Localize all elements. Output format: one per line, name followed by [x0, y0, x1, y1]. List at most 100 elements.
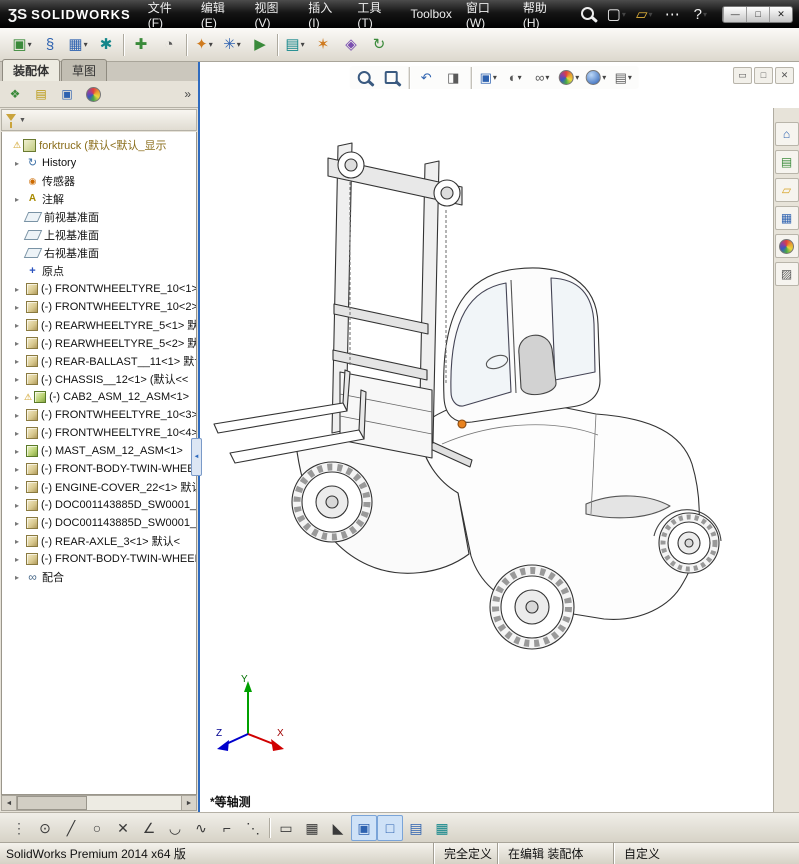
tree-item-origin[interactable]: + 原点 [2, 262, 196, 280]
zoom-area-button[interactable] [378, 66, 404, 89]
expand-arrow-icon[interactable]: ▸ [15, 537, 24, 546]
expand-arrow-icon[interactable]: ▸ [15, 483, 24, 492]
pattern-tool-button[interactable]: ⋱ [240, 815, 266, 841]
zoom-fit-button[interactable] [351, 66, 377, 89]
show-hidden-button[interactable]: ◔ [155, 31, 183, 59]
minimize-button[interactable]: — [723, 6, 746, 22]
display-style-button[interactable]: ◐ [502, 66, 528, 89]
arc-tool-button[interactable]: ◡ [162, 815, 188, 841]
angle-dimension-button[interactable]: ∠ [136, 815, 162, 841]
assembly-features-button[interactable]: ✦ [190, 31, 218, 59]
forklift-model-canvas[interactable] [200, 62, 799, 802]
displaymanager-tab-icon[interactable] [81, 83, 105, 105]
new-document-button[interactable]: ▢ [602, 0, 630, 28]
maximize-button[interactable]: □ [746, 6, 769, 22]
tree-item-annotations[interactable]: ▸ A 注解 [2, 190, 196, 208]
erase-tool-button[interactable]: ✕ [110, 815, 136, 841]
tree-item-rearwheeltyre-1[interactable]: ▸ (-) REARWHEELTYRE_5<1> 默 [2, 316, 196, 334]
doc-close-button[interactable]: ✕ [775, 67, 794, 84]
circle-tool-button[interactable]: ○ [84, 815, 110, 841]
expand-arrow-icon[interactable]: ▸ [15, 429, 24, 438]
sketch-pattern-button[interactable]: ▦ [299, 815, 325, 841]
tree-root-forktruck[interactable]: ⚠ forktruck (默认<默认_显示 [2, 136, 196, 154]
tree-item-frontwheeltyre-1[interactable]: ▸ (-) FRONTWHEELTYRE_10<1> [2, 280, 196, 298]
update-button[interactable]: ↻ [365, 31, 393, 59]
options-button[interactable]: ⋯ [658, 0, 686, 28]
file-explorer-button[interactable]: ▱ [774, 178, 799, 202]
expand-arrow-icon[interactable]: ▸ [15, 465, 24, 474]
home-button[interactable]: ⌂ [774, 122, 799, 146]
tree-item-chassis[interactable]: ▸ (-) CHASSIS__12<1> (默认<< [2, 370, 196, 388]
tree-item-rear-axle[interactable]: ▸ (-) REAR-AXLE_3<1> 默认< [2, 532, 196, 550]
point-tool-button[interactable]: ⊙ [32, 815, 58, 841]
panel-collapse-handle[interactable]: ◄ [191, 438, 202, 476]
tree-item-frontwheeltyre-4[interactable]: ▸ (-) FRONTWHEELTYRE_10<4> [2, 424, 196, 442]
insert-component-button[interactable]: ▣ [8, 31, 36, 59]
tree-item-history[interactable]: ▸ ↻ History [2, 154, 196, 172]
tab-assembly[interactable]: 装配体 [2, 59, 61, 81]
menu-toolbox[interactable]: Toolbox [403, 3, 458, 25]
shaded-view-toggle[interactable]: ▣ [351, 814, 377, 841]
tree-item-sensors[interactable]: ◉ 传感器 [2, 172, 196, 190]
tree-item-doc001-2[interactable]: ▸ (-) DOC001143885D_SW0001_ [2, 514, 196, 532]
view-palette-button[interactable]: ▦ [774, 206, 799, 230]
mate-button[interactable]: § [36, 31, 64, 59]
doc-restore-button[interactable]: □ [754, 67, 773, 84]
filter-dropdown-arrow[interactable]: ▼ [19, 117, 26, 124]
tree-item-front-body-2[interactable]: ▸ (-) FRONT-BODY-TWIN-WHEEL [2, 550, 196, 568]
featuremanager-tab-icon[interactable]: ❖ [3, 83, 27, 105]
tree-item-top-plane[interactable]: 上视基准面 [2, 226, 196, 244]
tree-item-front-plane[interactable]: 前视基准面 [2, 208, 196, 226]
mirror-tool-button[interactable]: ◣ [325, 815, 351, 841]
tree-item-engine-cover[interactable]: ▸ (-) ENGINE-COVER_22<1> 默认 [2, 478, 196, 496]
view-orientation-button[interactable]: ▣ [475, 66, 501, 89]
tree-horizontal-scrollbar[interactable]: ◄ ► [1, 795, 197, 811]
design-library-button[interactable]: ▤ [774, 150, 799, 174]
scroll-left-button[interactable]: ◄ [1, 795, 17, 811]
move-component-button[interactable]: ✚ [127, 31, 155, 59]
edit-appearance-button[interactable] [556, 66, 582, 89]
expand-arrow-icon[interactable]: ▸ [15, 519, 24, 528]
tree-item-frontwheeltyre-3[interactable]: ▸ (-) FRONTWHEELTYRE_10<3> [2, 406, 196, 424]
motion-study-button[interactable]: ▶ [246, 31, 274, 59]
expand-arrow-icon[interactable]: ▸ [15, 321, 24, 330]
exploded-view-button[interactable]: ✶ [309, 31, 337, 59]
propertymanager-tab-icon[interactable]: ▤ [29, 83, 53, 105]
line-tool-button[interactable]: ╱ [58, 815, 84, 841]
tree-item-mast-asm[interactable]: ▸ (-) MAST_ASM_12_ASM<1> [2, 442, 196, 460]
tree-item-doc001-1[interactable]: ▸ (-) DOC001143885D_SW0001_ [2, 496, 196, 514]
previous-view-button[interactable]: ↶ [413, 66, 439, 89]
panel-expand-chevron[interactable]: » [180, 87, 195, 101]
section-view-button[interactable]: ◨ [440, 66, 466, 89]
configurationmanager-tab-icon[interactable]: ▣ [55, 83, 79, 105]
smart-fasteners-button[interactable]: ✱ [92, 31, 120, 59]
instant3d-button[interactable]: ◈ [337, 31, 365, 59]
tree-item-frontwheeltyre-2[interactable]: ▸ (-) FRONTWHEELTYRE_10<2> [2, 298, 196, 316]
expand-arrow-icon[interactable]: ▸ [15, 393, 24, 402]
reference-geometry-button[interactable]: ✳ [218, 31, 246, 59]
apply-scene-button[interactable] [583, 66, 609, 89]
bom-button[interactable]: ▤ [281, 31, 309, 59]
scroll-right-button[interactable]: ► [181, 795, 197, 811]
linear-pattern-button[interactable]: ▦ [64, 31, 92, 59]
toolbar-overflow-handle[interactable]: ⋮ [6, 815, 32, 841]
expand-arrow-icon[interactable]: ▸ [15, 501, 24, 510]
expand-arrow-icon[interactable]: ▸ [15, 195, 24, 204]
scrollbar-thumb[interactable] [17, 796, 87, 810]
tab-sketch[interactable]: 草图 [61, 59, 108, 81]
grid-view-toggle[interactable]: ▤ [403, 815, 429, 841]
open-document-button[interactable]: ▱ [630, 0, 658, 28]
tree-item-rearwheeltyre-2[interactable]: ▸ (-) REARWHEELTYRE_5<2> 默认 [2, 334, 196, 352]
close-button[interactable]: ✕ [769, 6, 792, 22]
hide-show-items-button[interactable]: ∞ [529, 66, 555, 89]
help-button[interactable]: ? [686, 0, 714, 28]
custom-properties-button[interactable]: ▨ [774, 262, 799, 286]
tree-item-right-plane[interactable]: 右视基准面 [2, 244, 196, 262]
corner-tool-button[interactable]: ⌐ [214, 815, 240, 841]
tree-filter-bar[interactable]: ▼ [1, 109, 197, 131]
trim-tool-button[interactable]: ▭ [273, 815, 299, 841]
search-button[interactable] [574, 0, 602, 28]
doc-minimize-button[interactable]: ▭ [733, 67, 752, 84]
tree-item-rear-ballast[interactable]: ▸ (-) REAR-BALLAST__11<1> 默认 [2, 352, 196, 370]
graphics-viewport[interactable]: ↶ ◨ ▣ ◐ ∞ ▤ ▭ [200, 62, 799, 812]
